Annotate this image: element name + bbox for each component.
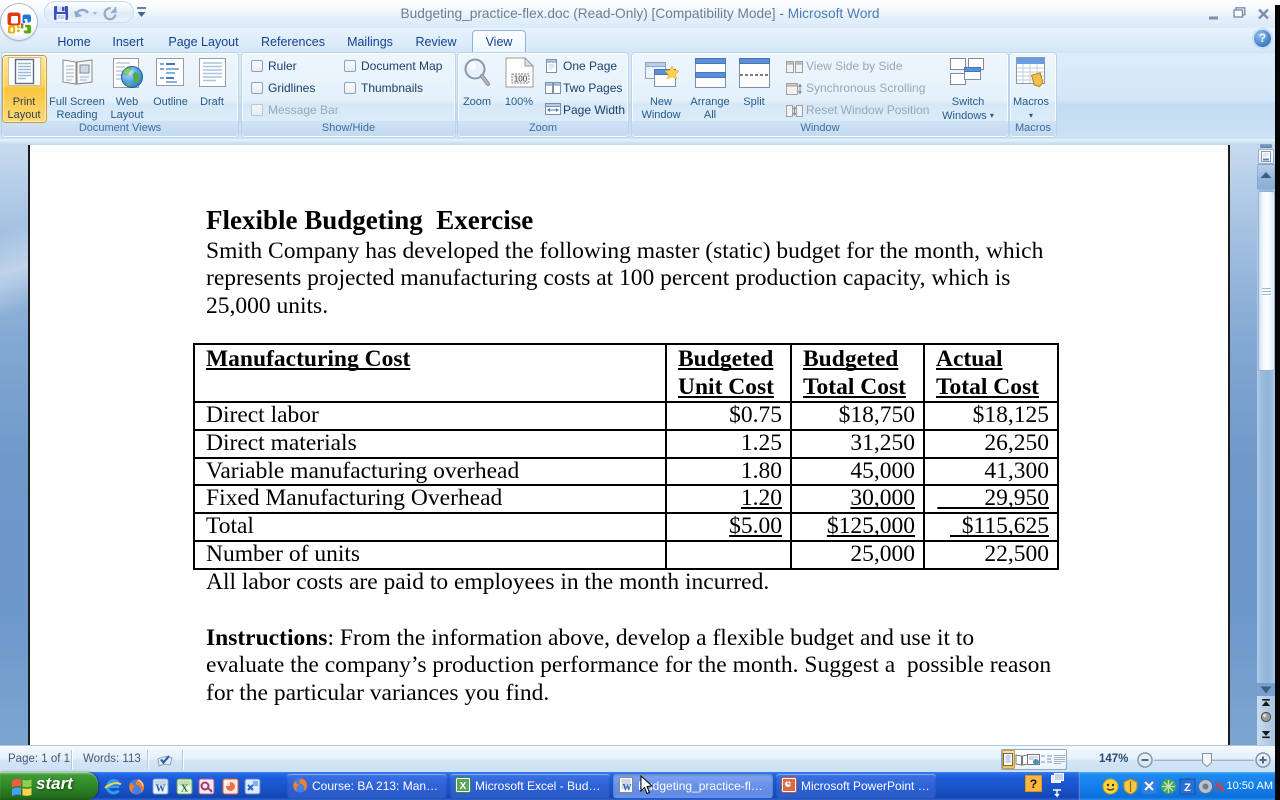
svg-text:W: W <box>156 784 166 795</box>
svg-text:X: X <box>181 784 189 795</box>
svg-text:N: N <box>1214 780 1225 795</box>
svg-text:X: X <box>460 781 467 792</box>
svg-text:Z: Z <box>1184 782 1191 794</box>
svg-text:W: W <box>623 783 632 793</box>
svg-text:?: ? <box>1030 777 1037 791</box>
